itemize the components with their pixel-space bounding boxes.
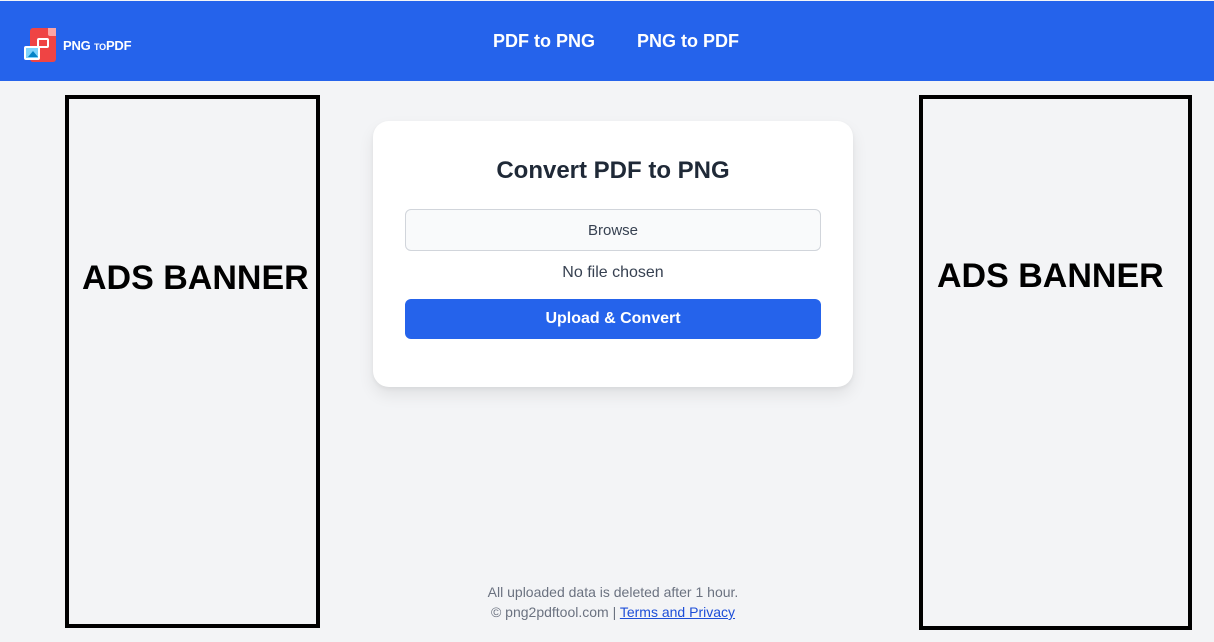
browse-file-button[interactable]: Browse <box>405 209 821 251</box>
nav-link-png-to-pdf[interactable]: PNG to PDF <box>637 31 739 52</box>
nav-item-png-to-pdf: PNG to PDF <box>637 1 739 81</box>
page-footer: All uploaded data is deleted after 1 hou… <box>373 582 853 622</box>
upload-convert-button[interactable]: Upload & Convert <box>405 299 821 339</box>
converter-card: Convert PDF to PNG Browse No file chosen… <box>373 121 853 387</box>
nav-link-pdf-to-png[interactable]: PDF to PNG <box>493 31 595 52</box>
site-logo[interactable]: PNG TOPDF <box>24 25 132 65</box>
png-to-pdf-logo-icon <box>24 26 60 64</box>
copyright-text: © png2pdftool.com | <box>490 604 617 620</box>
logo-wordmark: PNG TOPDF <box>63 37 132 53</box>
terms-privacy-link[interactable]: Terms and Privacy <box>620 604 735 620</box>
ads-banner-left[interactable]: ADS BANNER <box>65 95 320 628</box>
nav-item-pdf-to-png: PDF to PNG <box>493 1 595 81</box>
file-status-text: No file chosen <box>562 264 664 281</box>
page: PNG TOPDF PDF to PNG PNG to PDF ADS BANN… <box>0 0 1214 642</box>
converter-title: Convert PDF to PNG <box>496 157 730 184</box>
ads-banner-right-label: ADS BANNER <box>937 257 1164 295</box>
ads-banner-right[interactable]: ADS BANNER <box>919 95 1192 630</box>
top-navbar: PNG TOPDF PDF to PNG PNG to PDF <box>0 1 1214 81</box>
data-deletion-notice: All uploaded data is deleted after 1 hou… <box>487 584 739 600</box>
footer-copyright-line: © png2pdftool.com | Terms and Privacy <box>373 602 853 622</box>
ads-banner-left-label: ADS BANNER <box>82 259 309 297</box>
